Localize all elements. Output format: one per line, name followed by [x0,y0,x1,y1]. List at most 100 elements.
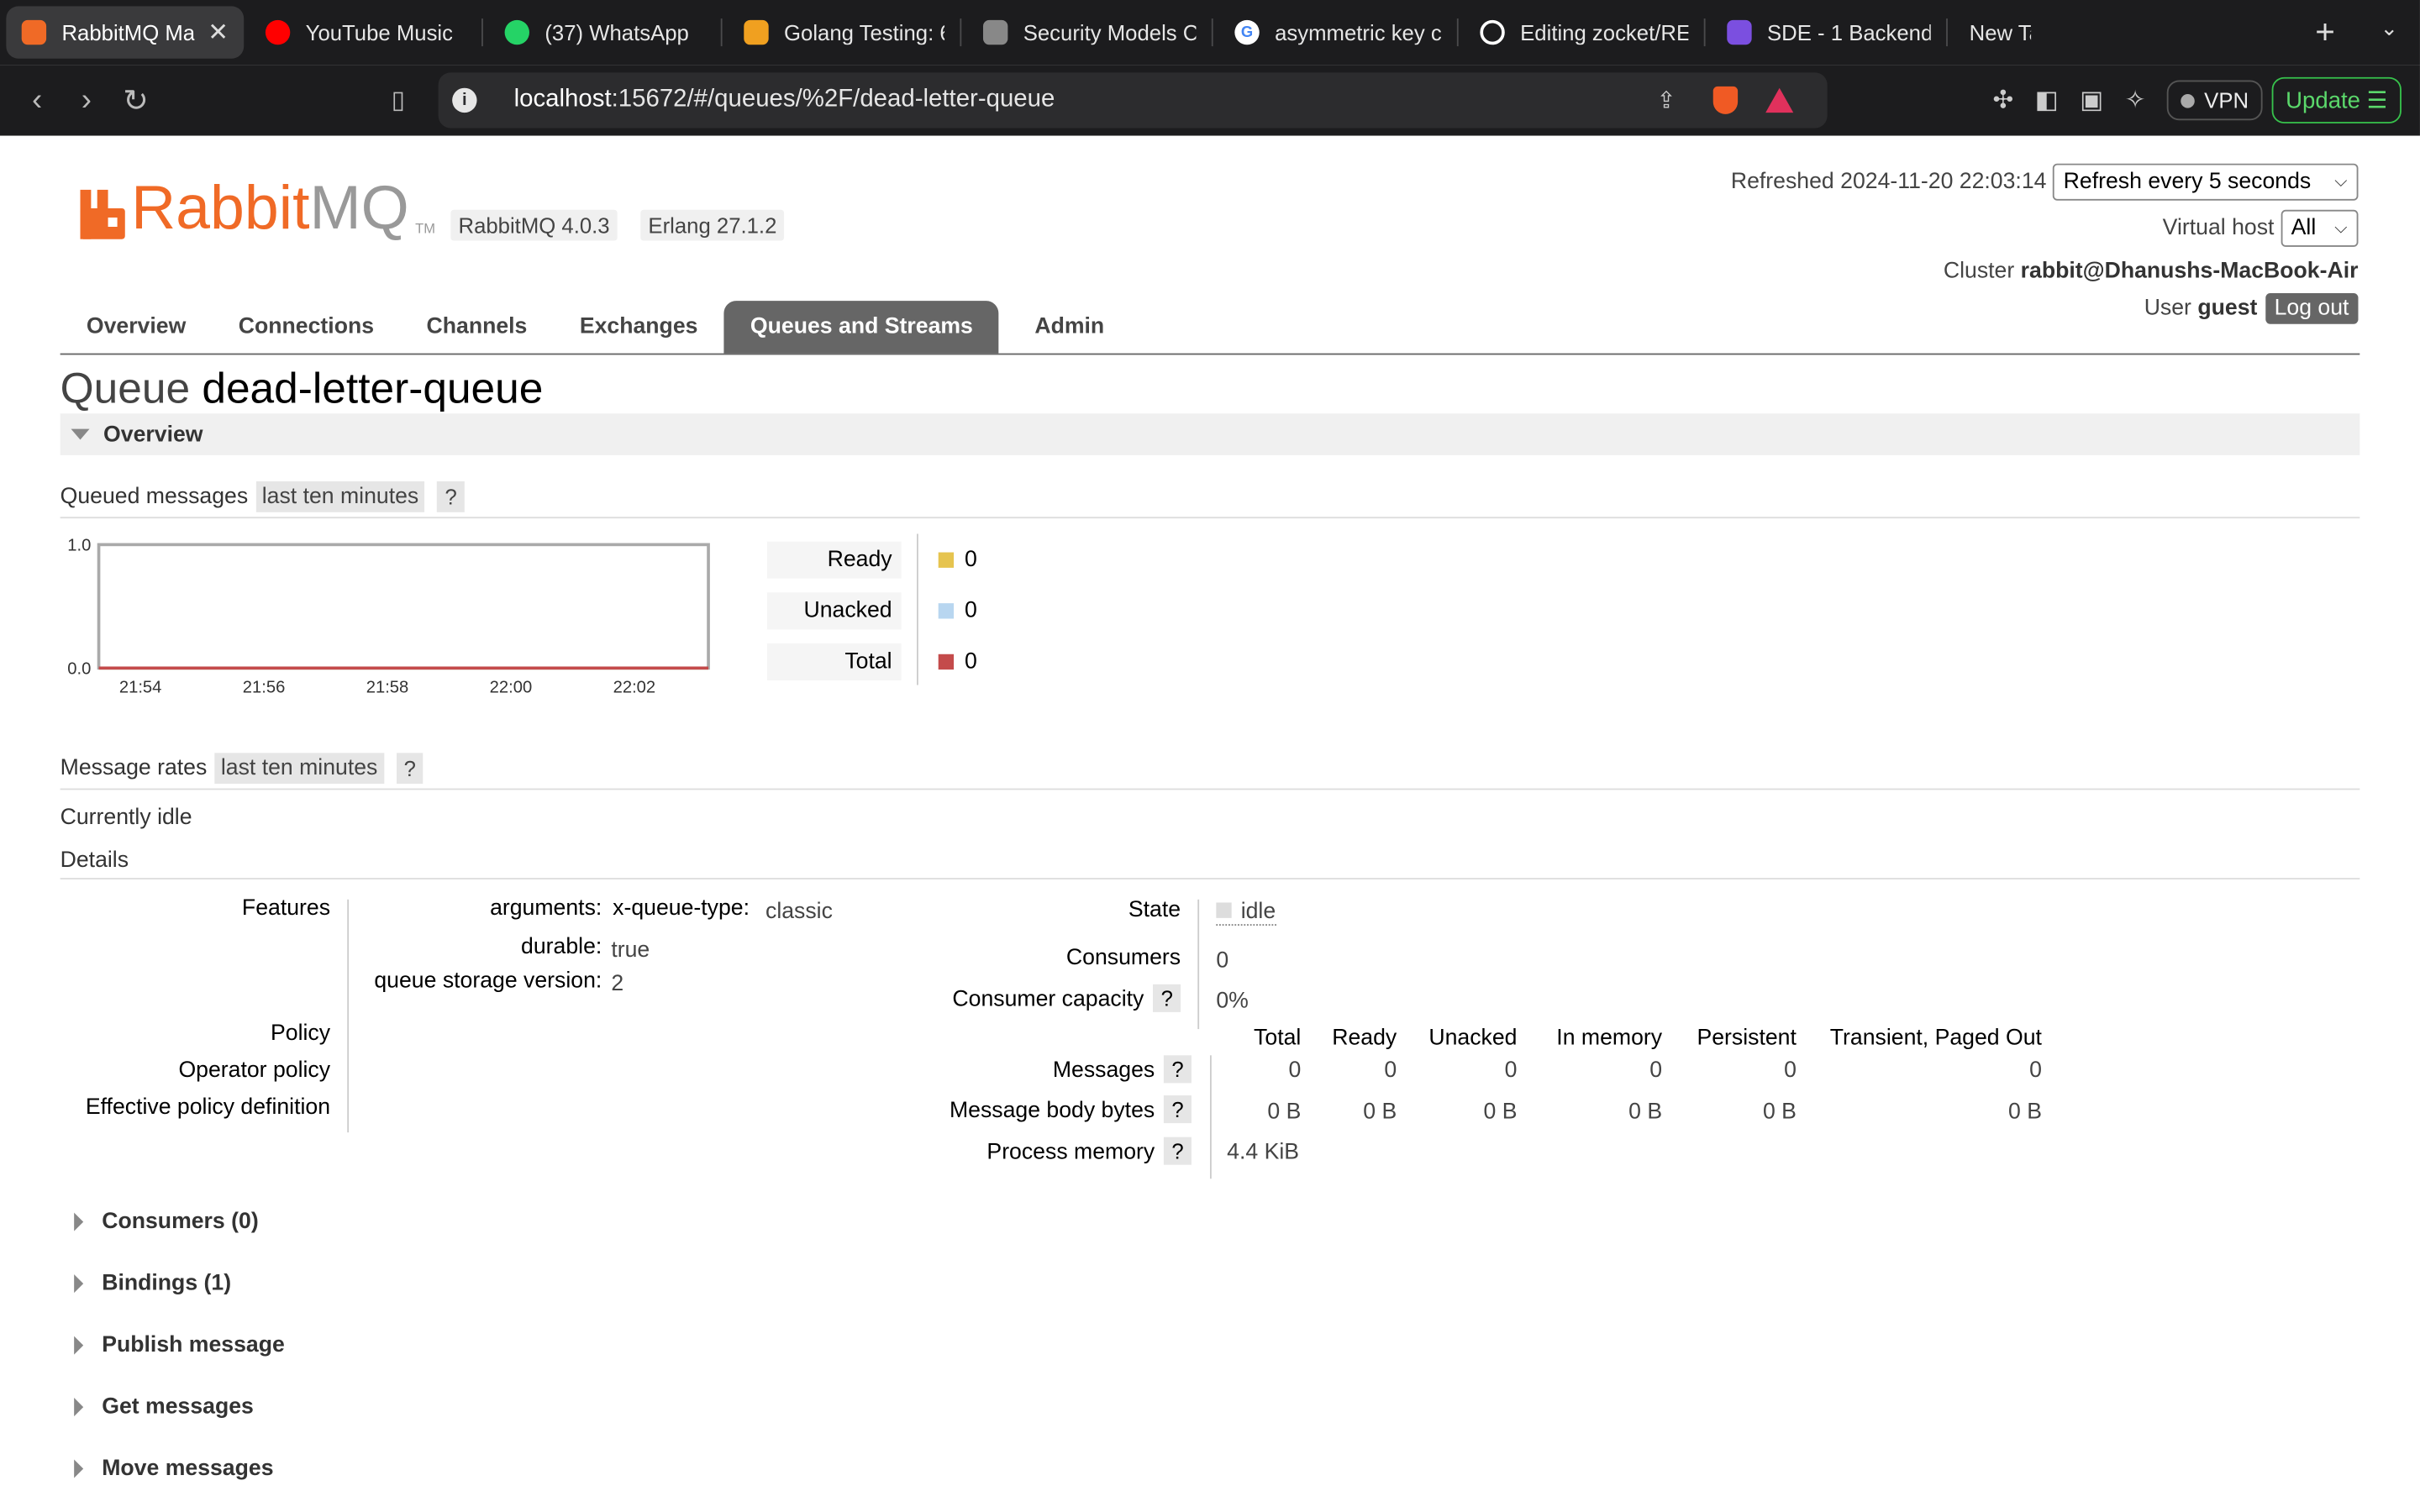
browser-tab[interactable]: Security Models C [968,6,1212,58]
browser-tab[interactable]: Golang Testing: 6 [729,6,960,58]
stats-column-header: Persistent [1697,1026,1797,1051]
nav-tab-exchanges[interactable]: Exchanges [554,301,724,353]
section-label: Move messages [102,1456,274,1482]
expand-triangle-icon [74,1459,84,1478]
browser-tab[interactable]: Editing zocket/RE [1465,6,1704,58]
storage-version-label: queue storage version: [374,969,602,994]
nav-tab-admin[interactable]: Admin [1008,301,1130,353]
sidebar-icon[interactable]: ◧ [2035,85,2059,116]
url-text[interactable]: localhost:15672/#/queues/%2F/dead-letter… [514,87,1055,114]
section-move-messages[interactable]: Move messages [74,1456,274,1482]
header-status: Refreshed 2024-11-20 22:03:14 Refresh ev… [1731,163,2359,324]
page-title: Queue dead-letter-queue [60,364,544,412]
legend-label: Ready [766,540,902,578]
section-publish-message[interactable]: Publish message [74,1333,285,1357]
expand-triangle-icon [74,1398,84,1417]
brave-shield-icon[interactable] [1712,86,1739,114]
browser-tab-label: asymmetric key c [1275,19,1442,45]
legend-label: Unacked [766,591,902,629]
rabbitmq-logo-icon [80,189,125,239]
rabbitmq-logo[interactable]: RabbitMQ TM [80,177,436,239]
forward-icon[interactable]: › [61,82,111,118]
reload-icon[interactable]: ↻ [111,81,160,119]
process-memory-help-button[interactable]: ? [1164,1137,1192,1165]
messages-cell: 0 [1649,1058,1663,1084]
consumer-capacity-value: 0% [1216,989,1249,1014]
rabbitmq-version-badge: RabbitMQ 4.0.3 [450,209,618,241]
nav-tab-channels[interactable]: Channels [400,301,553,353]
browser-tab[interactable]: New Tab [1954,6,2046,58]
share-icon[interactable]: ⇪ [1657,87,1676,114]
tab-list-chevron-icon[interactable]: ⌄ [2381,15,2399,41]
legend-value: 0 [964,547,977,572]
section-get-messages[interactable]: Get messages [74,1394,254,1420]
queued-messages-chart: 1.0 0.0 21:54 21:56 21:58 22:00 22:02 [67,537,710,697]
body-bytes-help-button[interactable]: ? [1164,1095,1192,1124]
leo-ai-icon[interactable]: ✧ [2125,85,2146,116]
browser-tab-bar: RabbitMQ Ma ✕ YouTube Music (37) WhatsApp Go… [0,0,2420,66]
site-info-icon[interactable]: i [452,87,477,113]
new-tab-icon[interactable]: + [2315,13,2335,53]
browser-tab-label: (37) WhatsApp [544,19,689,45]
x-queue-type-value: classic [765,899,833,925]
y-tick-label: 0.0 [67,660,91,679]
nav-tab-connections[interactable]: Connections [213,301,401,353]
messages-cell: 0 [1288,1058,1302,1084]
update-button[interactable]: Update ☰ [2271,76,2402,123]
virtual-host-select[interactable]: All ⌵ [2280,209,2359,247]
wallet-icon[interactable]: ▣ [2080,85,2103,116]
browser-tab[interactable]: (37) WhatsApp [489,6,721,58]
effective-policy-label: Effective policy definition [85,1095,331,1121]
vpn-button[interactable]: VPN [2167,80,2263,121]
body-bytes-cell: 0 B [1483,1100,1518,1125]
close-tab-icon[interactable]: ✕ [196,17,229,48]
queued-messages-help-button[interactable]: ? [437,481,465,512]
nav-tab-queues-and-streams[interactable]: Queues and Streams [723,301,1000,354]
state-value: idle [1216,900,1276,927]
address-bar[interactable]: i localhost:15672/#/queues/%2F/dead-lett… [438,72,1828,129]
x-tick-label: 21:56 [243,679,286,697]
browser-tab-label: Editing zocket/RE [1520,19,1689,45]
messages-label: Messages? [1053,1055,1192,1084]
x-tick-label: 22:02 [613,679,656,697]
queued-messages-range-button[interactable]: last ten minutes [255,481,425,512]
durable-label: durable: [521,935,602,960]
nav-tab-overview[interactable]: Overview [60,301,213,353]
consumer-capacity-help-button[interactable]: ? [1153,984,1181,1012]
overview-section-header[interactable]: Overview [60,413,2360,455]
expand-triangle-icon [74,1274,84,1294]
body-bytes-cell: 0 B [1363,1100,1397,1125]
section-consumers-0[interactable]: Consumers (0) [74,1210,259,1234]
message-rates-help-button[interactable]: ? [396,753,424,785]
collapse-triangle-icon [71,428,90,440]
extensions-icon[interactable]: ✣ [1992,85,2013,116]
features-label: Features [241,896,331,921]
stats-column-header: Unacked [1428,1026,1518,1051]
brave-rewards-icon[interactable] [1765,87,1794,113]
bookmark-icon[interactable]: ▯ [373,85,423,116]
browser-tab[interactable]: SDE - 1 Backend [1712,6,1946,58]
refresh-interval-select[interactable]: Refresh every 5 seconds ⌵ [2052,163,2359,201]
legend-swatch [938,602,955,618]
stats-column-header: In memory [1556,1026,1663,1051]
messages-help-button[interactable]: ? [1164,1055,1192,1084]
message-rates-range-button[interactable]: last ten minutes [214,753,384,785]
durable-value: true [611,937,650,963]
browser-tab[interactable]: Gasymmetric key c [1219,6,1457,58]
chart-legend: Ready 0 Unacked 0 Total 0 [766,533,977,686]
back-icon[interactable]: ‹ [13,82,62,118]
chart-plot-area [97,543,710,670]
consumers-value: 0 [1216,948,1229,974]
body-bytes-cell: 0 B [1267,1100,1302,1125]
legend-value: 0 [964,648,977,674]
messages-cell: 0 [1384,1058,1397,1084]
browser-tab[interactable]: RabbitMQ Ma ✕ [6,6,245,59]
currently-idle-text: Currently idle [60,805,192,831]
details-header: Details [60,848,2360,879]
chevron-down-icon: ⌵ [2334,171,2348,191]
section-bindings-1[interactable]: Bindings (1) [74,1271,231,1296]
body-bytes-cell: 0 B [2007,1100,2042,1125]
browser-tab-label: RabbitMQ Ma [61,19,196,45]
section-label: Consumers (0) [102,1209,259,1235]
browser-tab[interactable]: YouTube Music [250,6,482,58]
